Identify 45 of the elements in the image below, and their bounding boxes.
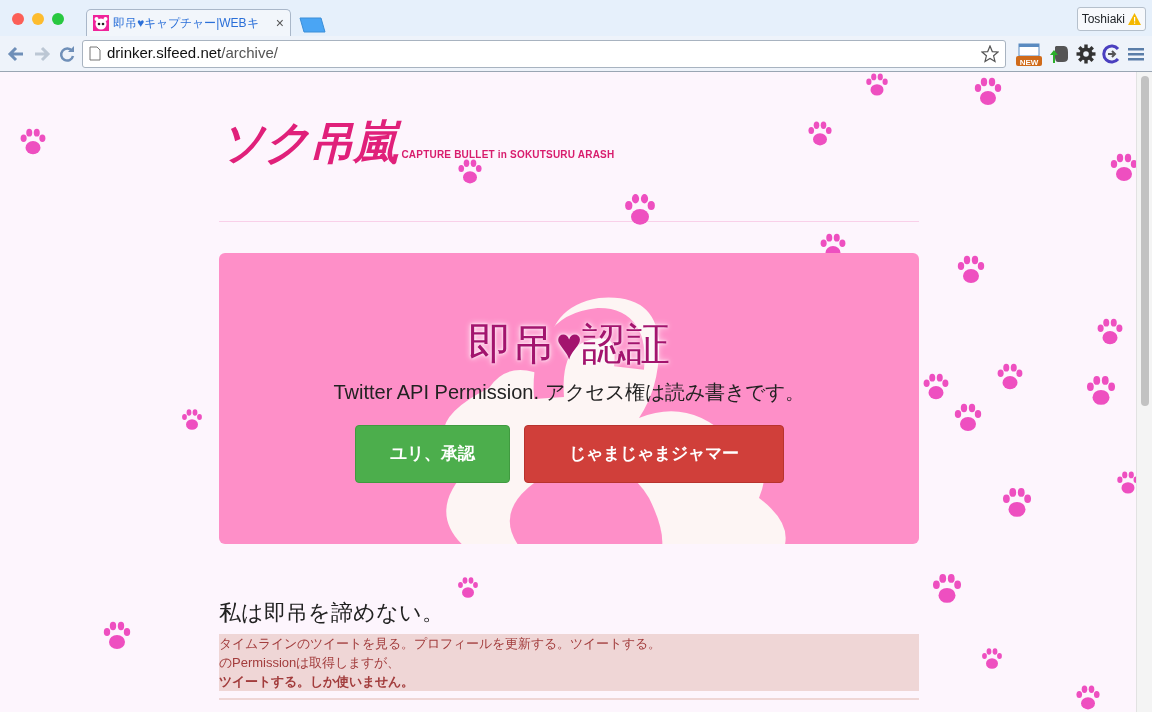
paw-print-icon xyxy=(952,402,984,434)
paw-print-icon xyxy=(1000,486,1034,520)
close-tab-button[interactable]: × xyxy=(275,16,284,30)
logo-tagline: CAPTURE BULLET in SOKUTSURU ARASH xyxy=(401,148,615,162)
paw-print-icon xyxy=(1074,684,1102,712)
paw-print-icon xyxy=(101,620,133,652)
scrollbar-thumb[interactable] xyxy=(1140,76,1149,406)
notice-line: タイムラインのツイートを見る。プロフィールを更新する。ツイートする。 xyxy=(219,635,662,654)
section-heading: 私は即吊を諦めない。 xyxy=(219,600,445,627)
tab-title: 即吊♥キャプチャー|WEBキ xyxy=(113,15,259,32)
paw-print-icon xyxy=(930,572,964,606)
paw-print-icon xyxy=(18,127,48,157)
notice-line: のPermissionは取得しますが、 xyxy=(219,654,402,673)
close-window-button[interactable] xyxy=(12,13,24,25)
address-bar[interactable]: drinker.slfeed.net/archive/ xyxy=(82,39,1006,68)
paw-print-icon xyxy=(806,120,834,148)
paw-print-icon xyxy=(921,372,951,402)
hero-subtitle: Twitter API Permission. アクセス権は読み書きです。 xyxy=(333,379,805,405)
menu-button[interactable] xyxy=(1128,45,1146,62)
panda-icon xyxy=(93,15,109,31)
paw-print-icon xyxy=(180,408,204,432)
paw-print-icon xyxy=(955,254,987,286)
zoom-window-button[interactable] xyxy=(52,13,64,25)
circle-arrow-icon[interactable] xyxy=(1102,43,1122,64)
new-tab-button[interactable] xyxy=(297,17,327,33)
deny-button[interactable]: じゃまじゃまジャマー xyxy=(523,424,784,483)
page-icon xyxy=(89,46,101,61)
paw-print-icon xyxy=(622,192,658,228)
paw-print-icon xyxy=(980,647,1004,671)
notice-line: ツイートする。しか使いません。 xyxy=(219,673,415,692)
paw-print-icon xyxy=(456,576,480,600)
scrollbar-track[interactable] xyxy=(1136,72,1152,712)
browser-tab[interactable]: 即吊♥キャプチャー|WEBキ × xyxy=(86,9,291,36)
paw-print-icon xyxy=(972,76,1004,108)
paw-print-icon xyxy=(1084,374,1118,408)
paw-print-icon xyxy=(864,72,890,98)
warning-icon xyxy=(1128,13,1141,25)
reload-button[interactable] xyxy=(58,44,76,63)
paw-print-icon xyxy=(1095,317,1125,347)
new-badge-text: NEW xyxy=(1019,57,1039,66)
settings-icon[interactable] xyxy=(1076,43,1096,64)
paw-print-icon xyxy=(995,362,1025,392)
profile-button[interactable]: Toshiaki xyxy=(1076,7,1146,31)
paw-print-icon xyxy=(456,158,484,186)
star-icon[interactable] xyxy=(981,44,999,63)
